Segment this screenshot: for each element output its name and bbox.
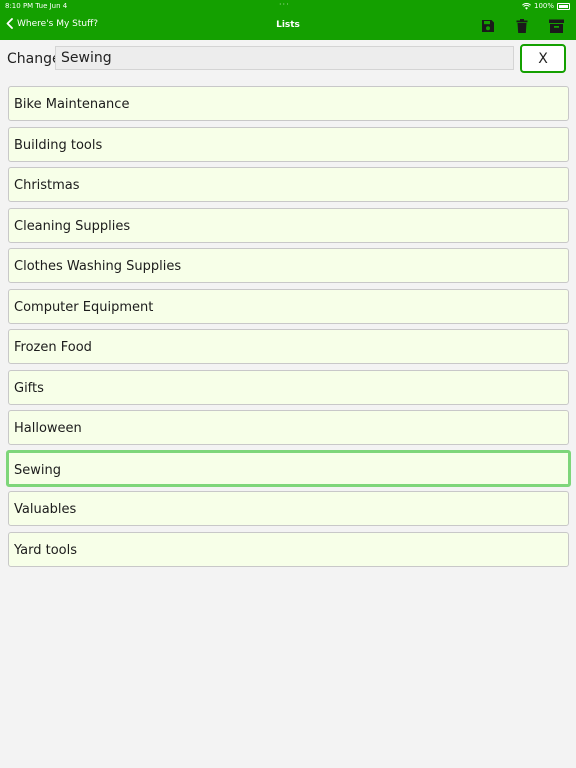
wifi-icon <box>522 2 531 10</box>
app-header: 8:10 PM Tue Jun 4 ··· 100% Where's My St… <box>0 0 576 40</box>
list-item-label: Christmas <box>14 178 80 193</box>
battery-percent: 100% <box>533 2 554 10</box>
multitasking-dots[interactable]: ··· <box>279 0 290 9</box>
list-item-label: Yard tools <box>14 542 78 558</box>
status-bar: 8:10 PM Tue Jun 4 ··· 100% <box>0 0 576 12</box>
list-item[interactable]: Frozen Food <box>8 329 569 364</box>
change-row: Change X <box>0 40 576 78</box>
list-item[interactable]: Bike Maintenance <box>8 86 569 121</box>
save-button[interactable] <box>478 16 498 36</box>
status-right: 100% <box>522 2 570 10</box>
list-item-label: Cleaning Supplies <box>14 218 131 234</box>
list-item-label: Sewing <box>14 462 61 478</box>
list-item-label: Computer Equipment <box>14 299 154 315</box>
list-item-label: Halloween <box>14 421 82 436</box>
list-item[interactable]: Building tools <box>8 126 569 162</box>
delete-button[interactable] <box>512 16 532 36</box>
list-item[interactable]: Gifts <box>8 369 569 405</box>
clear-button[interactable]: X <box>520 44 566 73</box>
status-time: 8:10 PM Tue Jun 4 <box>5 2 68 10</box>
archive-icon <box>548 19 564 33</box>
list-item-label: Frozen Food <box>14 340 92 355</box>
list-item[interactable]: Sewing <box>6 449 571 487</box>
list-item[interactable]: Computer Equipment <box>8 288 569 324</box>
archive-button[interactable] <box>546 16 566 36</box>
navigation-bar: Where's My Stuff? Lists <box>0 12 576 40</box>
list-item[interactable]: Halloween <box>8 410 569 445</box>
list-item[interactable]: Clothes Washing Supplies <box>8 248 569 283</box>
battery-icon <box>557 2 570 10</box>
change-input[interactable] <box>55 46 514 70</box>
list-item-label: Building tools <box>14 137 103 153</box>
list-item-label: Clothes Washing Supplies <box>14 259 182 274</box>
list-item[interactable]: Christmas <box>8 167 569 202</box>
list-item[interactable]: Valuables <box>8 491 569 526</box>
list-item[interactable]: Yard tools <box>8 531 569 567</box>
list-item-label: Valuables <box>14 502 77 517</box>
trash-icon <box>516 19 528 33</box>
save-icon <box>482 20 494 32</box>
list-item-label: Gifts <box>14 380 44 396</box>
list-item[interactable]: Cleaning Supplies <box>8 207 569 243</box>
change-label: Change <box>7 51 61 67</box>
list-item-label: Bike Maintenance <box>14 97 130 112</box>
